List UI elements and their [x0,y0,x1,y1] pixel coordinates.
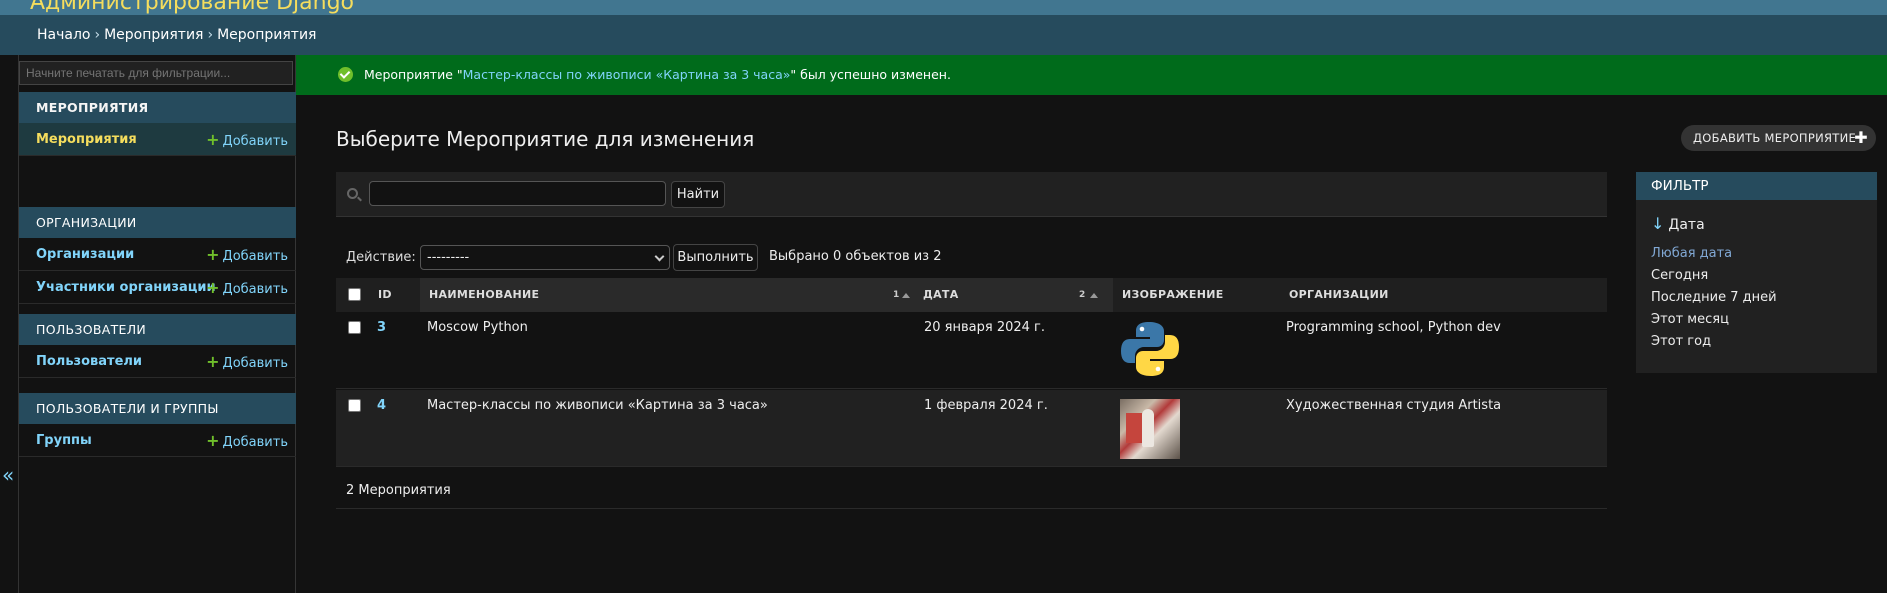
check-circle-icon [338,67,353,82]
column-header-image: ИЗОБРАЖЕНИЕ [1122,288,1224,301]
changed-object-link[interactable]: Мастер-классы по живописи «Картина за 3 … [463,67,791,82]
search-button[interactable]: Найти [671,181,725,208]
plus-icon: + [206,278,220,297]
sidebar-item-label[interactable]: Группы [36,424,92,457]
plus-icon: + [206,431,220,450]
row-organizations: Programming school, Python dev [1286,320,1501,335]
actions-bar: Действие: --------- Выполнить Выбрано 0 … [336,243,1607,275]
add-org-member-link[interactable]: + Добавить [206,271,288,306]
breadcrumb-separator: › [207,27,214,43]
action-label: Действие: [346,250,416,265]
add-user-link[interactable]: + Добавить [206,345,288,380]
search-input[interactable] [369,181,666,206]
painting-thumbnail [1120,399,1180,459]
sidebar-item-label[interactable]: Пользователи [36,345,142,378]
nav-sidebar: МЕРОПРИЯТИЯ Мероприятия +Добавить ОРГАНИ… [19,55,296,593]
chevron-down-icon [654,251,665,262]
select-all-checkbox[interactable] [348,288,361,301]
module-users: ПОЛЬЗОВАТЕЛИ Пользователи + Добавить [19,314,296,378]
nav-filter-input[interactable] [19,61,293,85]
sidebar-item-users: Пользователи + Добавить [19,345,296,378]
filter-option-this-month[interactable]: Этот месяц [1651,312,1729,327]
module-caption[interactable]: МЕРОПРИЯТИЯ [19,92,296,123]
add-event-link[interactable]: + Добавить [206,123,288,158]
column-header-id[interactable]: ID [378,278,392,312]
module-caption[interactable]: ПОЛЬЗОВАТЕЛИ И ГРУППЫ [19,393,296,424]
site-title[interactable]: Администрирование Django [30,0,354,15]
site-header: Администрирование Django [0,0,1887,15]
module-caption[interactable]: ОРГАНИЗАЦИИ [19,207,296,238]
column-header-organizations: ОРГАНИЗАЦИИ [1289,288,1389,301]
add-group-link[interactable]: + Добавить [206,424,288,459]
row-checkbox[interactable] [348,321,361,334]
row-id-link[interactable]: 3 [377,320,386,335]
module-organizations: ОРГАНИЗАЦИИ Организации + Добавить Участн… [19,207,296,304]
arrow-down-icon: ↓ [1651,214,1665,233]
sort-priority: 2 [1079,290,1086,300]
page-title: Выберите Мероприятие для изменения [336,127,755,151]
breadcrumb-app[interactable]: Мероприятия [104,27,203,43]
plus-icon: + [206,352,220,371]
column-header-date[interactable]: ДАТА 2 [914,278,1113,312]
action-select[interactable]: --------- [420,245,670,270]
filter-option-today[interactable]: Сегодня [1651,268,1708,283]
sidebar-item-groups: Группы + Добавить [19,424,296,457]
results-table: ID НАИМЕНОВАНИЕ 1 ДАТА 2 ИЗОБРАЖЕНИЕ ОРГ… [336,278,1607,509]
search-toolbar: Найти [336,172,1607,217]
add-event-button[interactable]: ДОБАВИТЬ МЕРОПРИЯТИЕ ✚ [1681,125,1876,151]
module-events: МЕРОПРИЯТИЯ Мероприятия + Добавить [19,92,296,156]
filter-heading-date[interactable]: ↓ Дата [1651,214,1705,233]
nav-sidebar-toggle[interactable]: « [0,55,19,593]
filter-option-any-date[interactable]: Любая дата [1651,246,1732,261]
filter-title: ФИЛЬТР [1636,172,1877,200]
breadcrumb-home[interactable]: Начало [37,27,90,43]
double-chevron-left-icon[interactable]: « [2,463,14,487]
row-date: 20 января 2024 г. [924,320,1046,335]
plus-icon: + [206,130,220,149]
filter-option-last-7-days[interactable]: Последние 7 дней [1651,290,1777,305]
table-header: ID НАИМЕНОВАНИЕ 1 ДАТА 2 ИЗОБРАЖЕНИЕ ОРГ… [336,278,1607,312]
row-date: 1 февраля 2024 г. [924,398,1048,413]
row-id-link[interactable]: 4 [377,398,386,413]
sidebar-item-label[interactable]: Мероприятия [36,123,137,156]
table-row: 3 Moscow Python 20 января 2024 г. Progra… [336,312,1607,389]
run-action-button[interactable]: Выполнить [673,244,758,271]
row-organizations: Художественная студия Artista [1286,398,1502,413]
plus-icon: ✚ [1854,128,1868,147]
sort-ascending-icon[interactable] [902,293,910,298]
sidebar-item-organizations: Организации + Добавить [19,238,296,271]
breadcrumb-separator: › [94,27,101,43]
column-header-name[interactable]: НАИМЕНОВАНИЕ 1 [420,278,914,312]
sidebar-item-org-members: Участники организации + Добавить [19,271,296,304]
row-name: Мастер-классы по живописи «Картина за 3 … [427,398,768,413]
filter-option-this-year[interactable]: Этот год [1651,334,1711,349]
module-caption[interactable]: ПОЛЬЗОВАТЕЛИ [19,314,296,345]
add-organization-link[interactable]: + Добавить [206,238,288,273]
sidebar-item-events: Мероприятия + Добавить [19,123,296,156]
python-logo-icon [1121,322,1179,376]
plus-icon: + [206,245,220,264]
sidebar-item-label[interactable]: Участники организации [36,271,216,304]
row-name: Moscow Python [427,320,528,335]
selection-counter: Выбрано 0 объектов из 2 [769,249,942,264]
breadcrumb-current: Мероприятия [217,27,317,43]
filter-panel: ФИЛЬТР ↓ Дата Любая дата Сегодня Последни… [1636,172,1877,373]
search-icon [347,188,358,199]
sort-ascending-icon[interactable] [1090,293,1098,298]
module-users-groups: ПОЛЬЗОВАТЕЛИ И ГРУППЫ Группы + Добавить [19,393,296,457]
success-message: Мероприятие "Мастер-классы по живописи «… [296,55,1887,95]
table-row: 4 Мастер-классы по живописи «Картина за … [336,390,1607,467]
row-checkbox[interactable] [348,399,361,412]
sidebar-item-label[interactable]: Организации [36,238,134,271]
sort-priority: 1 [893,290,900,300]
results-count: 2 Мероприятия [336,472,1607,509]
breadcrumb: Начало › Мероприятия › Мероприятия [0,15,1887,55]
